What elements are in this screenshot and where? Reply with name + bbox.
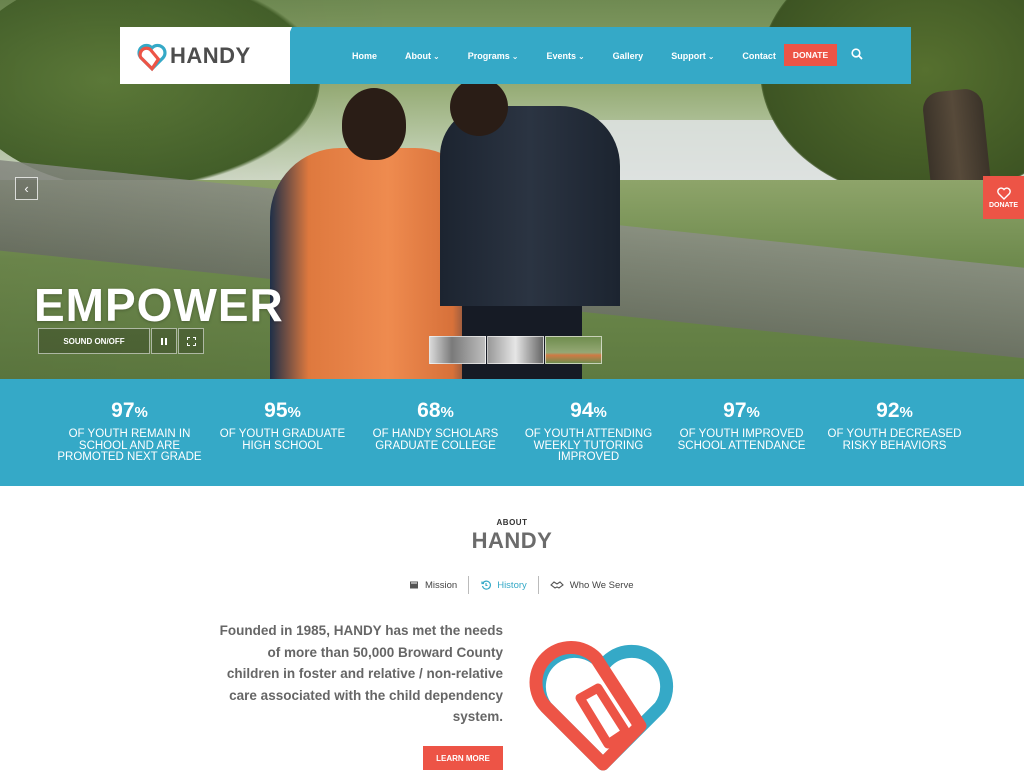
stat-item: 97% OF YOUTH REMAIN IN SCHOOL AND ARE PR…: [53, 379, 206, 486]
about-tabs: Mission History Who We Serve: [397, 575, 644, 595]
slide-thumbnail[interactable]: [545, 336, 602, 364]
about-kicker: ABOUT: [496, 518, 528, 527]
nav-label: Contact: [742, 50, 776, 61]
book-icon: [408, 580, 419, 591]
nav-item-contact[interactable]: Contact: [728, 51, 790, 61]
nav-label: About: [405, 50, 432, 61]
stat-number: 97%: [665, 399, 818, 423]
nav-item-programs[interactable]: Programs ⌄: [454, 51, 533, 61]
stat-description: OF YOUTH REMAIN IN SCHOOL AND ARE PROMOT…: [57, 428, 202, 463]
stat-description: OF YOUTH DECREASED RISKY BEHAVIORS: [827, 428, 962, 452]
side-donate-button[interactable]: DONATE: [983, 176, 1024, 219]
stat-value: 95: [264, 399, 288, 422]
nav-label: Programs: [467, 50, 510, 61]
nav-label: Home: [352, 50, 378, 61]
stat-item: 68% OF HANDY SCHOLARS GRADUATE COLLEGE: [359, 379, 512, 486]
stat-value: 97: [723, 399, 747, 422]
nav-item-events[interactable]: Events ⌄: [532, 51, 598, 61]
stat-item: 92% OF YOUTH DECREASED RISKY BEHAVIORS: [818, 379, 971, 486]
stat-value: 97: [111, 399, 135, 422]
main-navbar: HANDY Home About ⌄ Programs ⌄ Events ⌄ Gall…: [120, 27, 911, 84]
nav-item-gallery[interactable]: Gallery: [599, 51, 658, 61]
nav-label: Support: [671, 50, 706, 61]
stats-band: 97% OF YOUTH REMAIN IN SCHOOL AND ARE PR…: [0, 379, 1024, 486]
expand-icon: [186, 336, 196, 346]
about-paragraph: Founded in 1985, HANDY has met the needs…: [219, 623, 503, 724]
stat-number: 68%: [359, 399, 512, 423]
slider-thumbnails: [429, 336, 603, 364]
stat-description: OF YOUTH ATTENDING WEEKLY TUTORING IMPRO…: [524, 428, 653, 463]
tab-label: Mission: [425, 579, 458, 591]
about-title: HANDY: [471, 528, 553, 553]
pause-button[interactable]: [151, 328, 177, 354]
nav-label: Events: [546, 50, 576, 61]
chevron-down-icon: ⌄: [511, 51, 519, 61]
tab-who-we-serve[interactable]: Who We Serve: [539, 576, 645, 594]
stat-value: 68: [417, 399, 441, 422]
sound-toggle-button[interactable]: SOUND ON/OFF: [38, 328, 150, 354]
stat-number: 92%: [818, 399, 971, 423]
handy-logo-icon[interactable]: [136, 40, 168, 72]
stat-number: 94%: [512, 399, 665, 423]
stat-item: 95% OF YOUTH GRADUATE HIGH SCHOOL: [206, 379, 359, 486]
nav-item-about[interactable]: About ⌄: [391, 51, 454, 61]
hero-title: EMPOWER: [34, 279, 284, 331]
chevron-down-icon: ⌄: [707, 51, 715, 61]
stat-suffix: %: [287, 404, 301, 421]
nav-donate-button[interactable]: DONATE: [784, 44, 837, 66]
stat-suffix: %: [899, 404, 913, 421]
stat-description: OF YOUTH IMPROVED SCHOOL ATTENDANCE: [677, 428, 806, 452]
handshake-icon: [549, 580, 564, 591]
tab-label: History: [497, 579, 527, 591]
stat-description: OF HANDY SCHOLARS GRADUATE COLLEGE: [372, 428, 499, 452]
stat-number: 95%: [206, 399, 359, 423]
logo-text[interactable]: HANDY: [170, 43, 251, 69]
stat-description: OF YOUTH GRADUATE HIGH SCHOOL: [219, 428, 346, 452]
nav-menu: Home About ⌄ Programs ⌄ Events ⌄ Gallery Su…: [338, 27, 790, 84]
heart-logo-graphic: [529, 641, 674, 771]
stat-suffix: %: [134, 404, 148, 421]
heart-icon: [996, 186, 1011, 200]
nav-label: Gallery: [612, 50, 644, 61]
fullscreen-button[interactable]: [178, 328, 204, 354]
nav-item-home[interactable]: Home: [338, 51, 391, 61]
chevron-left-icon: ‹: [24, 181, 29, 196]
stat-suffix: %: [746, 404, 760, 421]
stat-suffix: %: [593, 404, 607, 421]
learn-more-button[interactable]: LEARN MORE: [423, 746, 503, 770]
tab-history[interactable]: History: [469, 576, 538, 594]
logo-slant: [268, 27, 292, 84]
chevron-down-icon: ⌄: [433, 51, 440, 61]
side-donate-label: DONATE: [988, 201, 1019, 209]
history-icon: [480, 580, 491, 591]
video-controls: SOUND ON/OFF: [38, 328, 204, 354]
nav-item-support[interactable]: Support ⌄: [657, 51, 728, 61]
stat-item: 94% OF YOUTH ATTENDING WEEKLY TUTORING I…: [512, 379, 665, 486]
search-icon[interactable]: [851, 48, 863, 60]
chevron-down-icon: ⌄: [577, 51, 585, 61]
slider-prev-button[interactable]: ‹: [15, 177, 38, 200]
stat-number: 97%: [53, 399, 206, 423]
tab-mission[interactable]: Mission: [397, 576, 468, 594]
pause-icon: [161, 337, 167, 345]
stat-item: 97% OF YOUTH IMPROVED SCHOOL ATTENDANCE: [665, 379, 818, 486]
stat-value: 92: [876, 399, 900, 422]
stat-suffix: %: [440, 404, 454, 421]
slide-thumbnail[interactable]: [429, 336, 486, 364]
stat-value: 94: [570, 399, 594, 422]
tab-label: Who We Serve: [569, 579, 634, 591]
slide-thumbnail[interactable]: [487, 336, 544, 364]
